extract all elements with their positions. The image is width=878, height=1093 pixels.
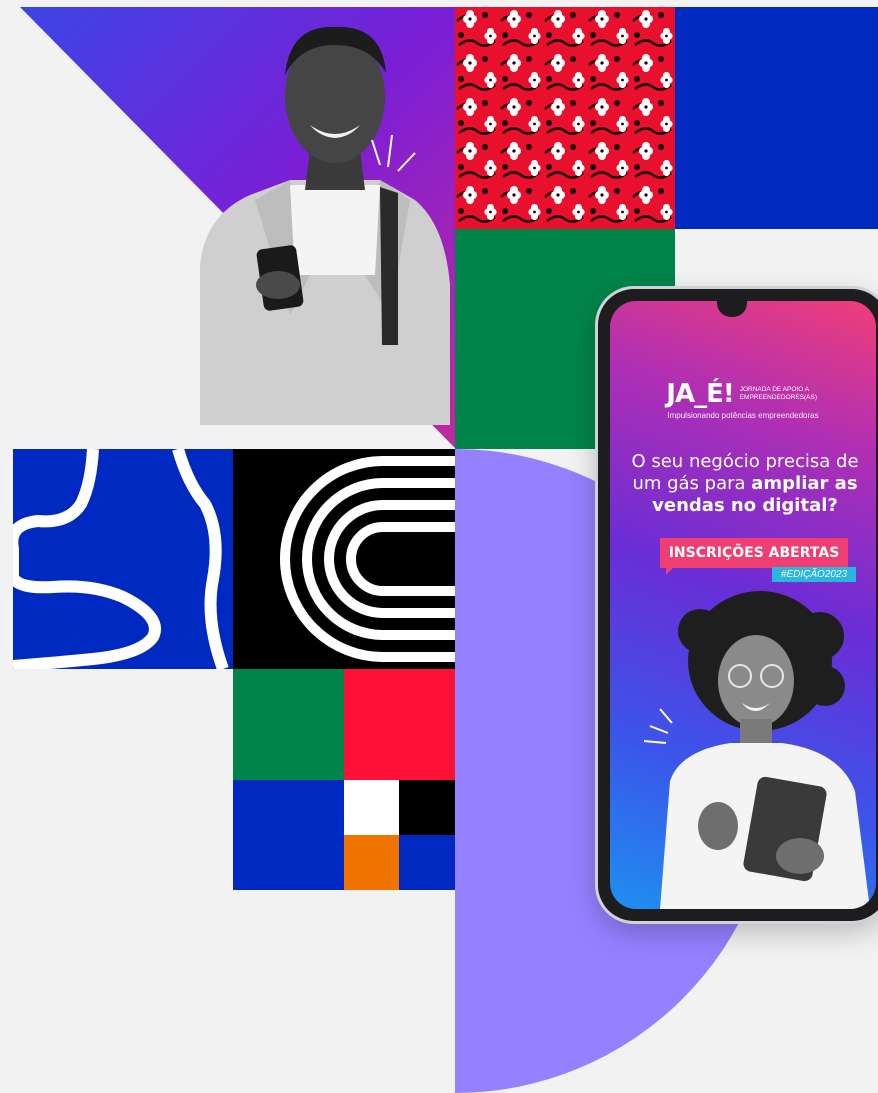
phone-notch: [717, 301, 747, 317]
blue-block-bottom: [233, 780, 344, 890]
headline-bold-2: vendas no digital?: [652, 495, 838, 516]
phone-screen: JA_É! JORNADA DE APOIO A EMPREENDEDORES(…: [610, 301, 876, 909]
brand-logo: JA_É! JORNADA DE APOIO A EMPREENDEDORES(…: [610, 379, 876, 409]
orange-block-small: [344, 835, 399, 890]
logo-subtitle: JORNADA DE APOIO A EMPREENDEDORES(AS): [739, 386, 817, 401]
headline-line-1: O seu negócio precisa de: [631, 451, 859, 472]
tagline: Impulsionando potências empreendedoras: [667, 411, 819, 420]
logo-wordmark: JA_É!: [666, 379, 734, 409]
registrations-open-badge: INSCRIÇÕES ABERTAS: [660, 538, 848, 575]
headline: O seu negócio precisa de um gás para amp…: [624, 451, 866, 517]
blue-tile-top-right: [675, 7, 878, 229]
red-block-small: [344, 669, 455, 780]
headline-plain: um gás para: [632, 473, 752, 494]
white-block-small: [344, 780, 399, 835]
black-stripes-tile: [233, 449, 455, 669]
blue-block-small: [399, 835, 455, 890]
headline-line-2: um gás para ampliar as: [624, 473, 866, 495]
green-block-small: [233, 669, 344, 780]
edition-tag: #EDIÇÃO2023: [772, 567, 856, 582]
headline-bold-1: ampliar as: [751, 473, 858, 494]
floral-pattern-tile: [455, 7, 675, 229]
young-man-photo: [200, 26, 450, 425]
smartphone-mockup: JA_É! JORNADA DE APOIO A EMPREENDEDORES(…: [598, 289, 878, 921]
woman-with-tablet-photo: [643, 591, 870, 909]
black-block-small: [399, 780, 455, 835]
blue-wave-tile: [13, 449, 233, 669]
